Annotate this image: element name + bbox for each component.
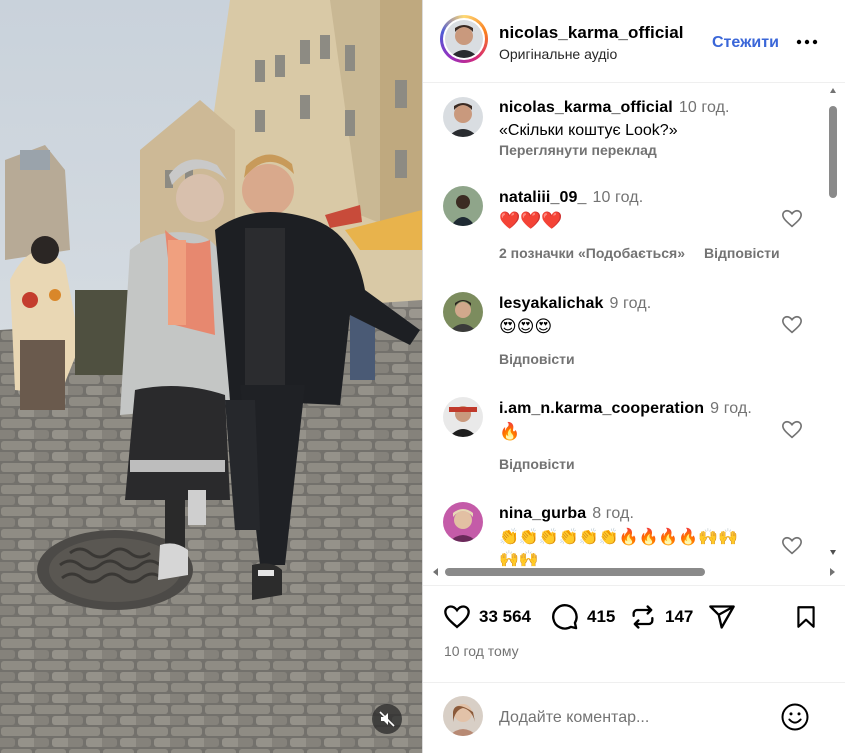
reply-button[interactable]: Відповісти: [499, 351, 575, 367]
comments-vertical-scrollbar[interactable]: [827, 84, 839, 562]
reposts-count: 147: [665, 607, 694, 626]
caption: nicolas_karma_official 10 год. «Скільки к…: [423, 83, 823, 173]
comment-item: nataliii_09_ 10 год. ❤️❤️❤️ 2 позначки «П…: [423, 183, 823, 283]
comment-input[interactable]: Додайте коментар...: [499, 709, 649, 727]
comment-likes-count[interactable]: 2 позначки «Подобається»: [499, 245, 685, 261]
comment-item: i.am_n.karma_cooperation 9 год. 🔥 Відпові…: [423, 394, 823, 494]
scroll-right-arrow-icon: [830, 568, 835, 576]
audio-label[interactable]: Оригінальне аудіо: [499, 46, 617, 62]
comment-username[interactable]: nataliii_09_ 10 год.: [499, 189, 643, 207]
comment-text: 😍😍😍: [499, 317, 553, 337]
caption-author[interactable]: nicolas_karma_official 10 год.: [499, 99, 730, 117]
like-comment-heart-icon[interactable]: [781, 419, 803, 441]
scrollbar-thumb: [445, 568, 705, 576]
comment-item: lesyakalichak 9 год. 😍😍😍 Відповісти: [423, 289, 823, 389]
reel-video[interactable]: [0, 0, 422, 753]
more-horizontal-icon[interactable]: [795, 32, 819, 52]
follow-button[interactable]: Стежити: [712, 34, 779, 52]
comment-action[interactable]: 415: [551, 602, 615, 632]
save-action[interactable]: [793, 602, 819, 632]
mute-toggle-button[interactable]: [372, 704, 402, 734]
comments-count: 415: [587, 607, 616, 626]
commenter-avatar[interactable]: [443, 502, 483, 542]
comment-text: 👏👏👏👏👏👏🔥🔥🔥🔥🙌🙌: [499, 527, 739, 546]
commenter-avatar[interactable]: [443, 186, 483, 226]
video-frame-image: [0, 0, 422, 753]
scrollbar-thumb: [829, 106, 837, 198]
commenter-avatar[interactable]: [443, 292, 483, 332]
post-side-panel: nicolas_karma_official Оригінальне аудіо…: [422, 0, 846, 753]
reply-button[interactable]: Відповісти: [704, 245, 780, 261]
post-actions: 33 564 415 147 10 год тому: [423, 585, 845, 686]
commenter-avatar[interactable]: [443, 397, 483, 437]
repost-action[interactable]: 147: [629, 602, 693, 632]
emoji-smiley-icon[interactable]: [780, 702, 810, 732]
author-avatar: [445, 20, 483, 58]
comment-username[interactable]: i.am_n.karma_cooperation 9 год.: [499, 400, 752, 418]
author-story-ring[interactable]: [440, 15, 488, 63]
comment-time: 9 год.: [609, 295, 652, 312]
scroll-down-arrow-icon: [830, 550, 836, 555]
heart-icon[interactable]: [443, 603, 471, 631]
caption-text: «Скільки коштує Look?»: [499, 122, 678, 139]
current-user-avatar: [443, 696, 483, 736]
comment-username[interactable]: lesyakalichak 9 год.: [499, 295, 651, 313]
like-action[interactable]: 33 564: [443, 602, 531, 632]
like-comment-heart-icon[interactable]: [781, 314, 803, 336]
reply-button[interactable]: Відповісти: [499, 456, 575, 472]
comment-bubble-icon[interactable]: [551, 603, 579, 631]
comment-text: 🔥: [499, 422, 521, 442]
comments-list[interactable]: nicolas_karma_official 10 год. «Скільки к…: [423, 83, 845, 583]
author-avatar[interactable]: [443, 97, 483, 137]
author-username[interactable]: nicolas_karma_official: [499, 23, 684, 43]
share-paper-plane-icon[interactable]: [708, 603, 736, 631]
likes-count[interactable]: 33 564: [479, 607, 531, 627]
comment-time: 8 год.: [592, 505, 634, 522]
scroll-up-arrow-icon: [830, 88, 836, 93]
like-comment-heart-icon[interactable]: [781, 208, 803, 230]
comment-time: 9 год.: [710, 400, 752, 417]
comment-text: ❤️❤️❤️: [499, 211, 563, 231]
repost-icon[interactable]: [629, 603, 657, 631]
comment-composer: Додайте коментар...: [423, 682, 845, 754]
muted-speaker-icon: [379, 711, 395, 727]
bookmark-icon[interactable]: [793, 603, 819, 631]
comment-username[interactable]: nina_gurba 8 год.: [499, 505, 634, 523]
like-comment-heart-icon[interactable]: [781, 535, 803, 557]
post-header: nicolas_karma_official Оригінальне аудіо…: [423, 0, 845, 83]
see-translation-link[interactable]: Переглянути переклад: [499, 142, 657, 158]
scroll-left-arrow-icon: [433, 568, 438, 576]
post-viewer: nicolas_karma_official Оригінальне аудіо…: [0, 0, 846, 753]
caption-time: 10 год.: [678, 99, 730, 116]
share-action[interactable]: [708, 602, 736, 632]
comments-horizontal-scrollbar[interactable]: [423, 562, 845, 582]
post-timestamp[interactable]: 10 год тому: [444, 643, 519, 659]
comment-time: 10 год.: [592, 189, 644, 206]
